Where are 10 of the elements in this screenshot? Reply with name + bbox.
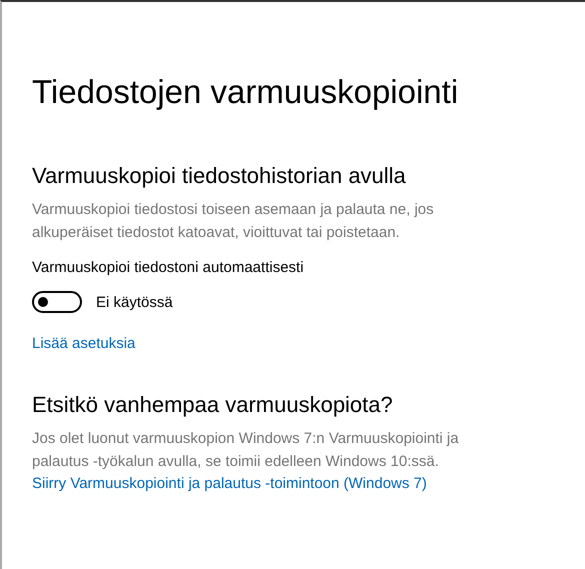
section-heading: Varmuuskopioi tiedostohistorian avulla xyxy=(32,162,407,190)
page-title: Tiedostojen varmuuskopiointi xyxy=(32,72,460,112)
toggle-label: Varmuuskopioi tiedostoni automaattisesti xyxy=(32,258,305,278)
link[interactable]: Lisää asetuksia xyxy=(32,333,136,355)
toggle-switch[interactable] xyxy=(32,291,82,313)
section-description: Varmuuskopioi tiedostosi toiseen asemaan ja palauta ne, jos alkuperäiset tiedostot katoavat, vioittuvat tai poistetaan. xyxy=(32,200,435,243)
link[interactable]: Siirry Varmuuskopiointi ja palautus -toimintoon (Windows 7) xyxy=(32,473,427,495)
section-heading: Etsitkö vanhempaa varmuuskopiota? xyxy=(32,391,394,419)
toggle-state: Ei käytössä xyxy=(96,294,173,310)
section-description: Jos olet luonut varmuuskopion Windows 7:n Varmuuskopiointi ja palautus -työkalun avulla, se toimii edelleen Windows 10:ssä. xyxy=(32,429,460,472)
